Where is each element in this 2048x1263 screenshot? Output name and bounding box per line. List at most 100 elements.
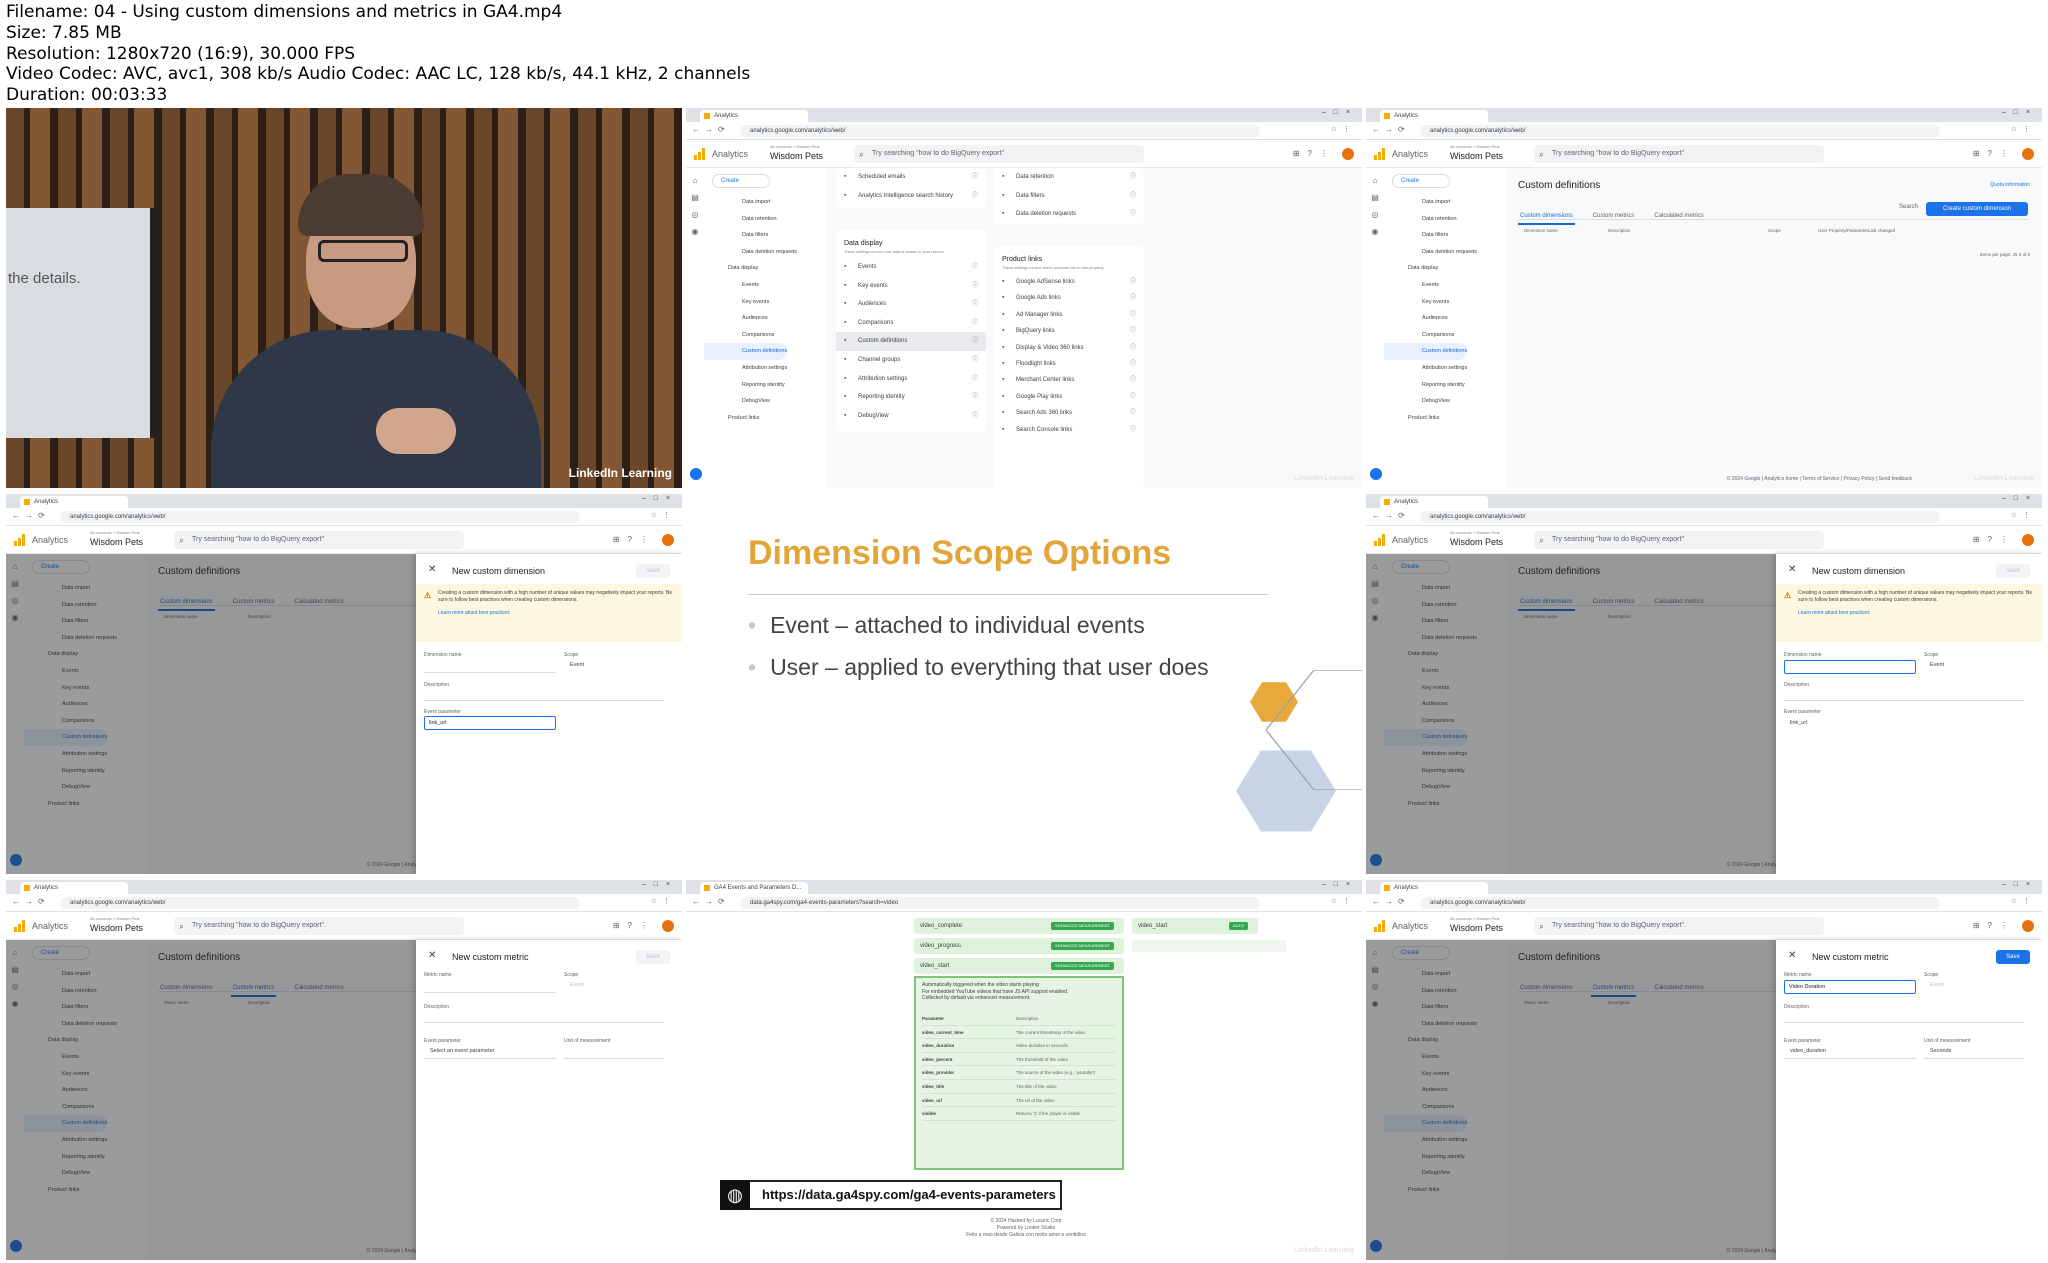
data-display-row[interactable]: Reporting identity (836, 388, 986, 407)
save-button[interactable]: Save (1996, 950, 2030, 964)
quota-info-link[interactable]: Quota information (1990, 182, 2030, 188)
browser-actions-icon[interactable]: ☆⋮ (1331, 897, 1356, 905)
header-icons[interactable]: ⊞?⋮ (1973, 149, 2016, 158)
settings-row[interactable]: Analytics Intelligence search history (836, 187, 986, 206)
sidebar-item[interactable]: Data deletion requests (1384, 244, 1506, 261)
address-field[interactable]: analytics.google.com/analytics/web/ (740, 125, 1260, 137)
dimension-name-field[interactable] (1784, 660, 1916, 674)
best-practices-link[interactable]: Learn more about best practices (1798, 610, 2034, 617)
settings-row[interactable]: Data filters (994, 187, 1144, 206)
product-link-row[interactable]: Display & Video 360 links (994, 340, 1144, 357)
window-controls[interactable]: –□× (2002, 495, 2038, 502)
avatar[interactable] (2022, 534, 2034, 546)
property-selector[interactable]: Wisdom Pets (90, 537, 143, 547)
sidebar-item[interactable]: DebugView (704, 393, 826, 410)
window-controls[interactable]: –□× (1322, 109, 1358, 116)
sidebar-item[interactable]: Attribution settings (704, 360, 826, 377)
close-icon[interactable]: ✕ (1788, 950, 1796, 961)
sidebar-item[interactable]: Data display (704, 260, 826, 277)
unit-select[interactable]: Seconds (1930, 1048, 1951, 1054)
sidebar-item[interactable]: Custom definitions (704, 343, 788, 360)
event-parameter-select[interactable]: Select an event parameter (430, 1048, 495, 1054)
nav-arrows-icon[interactable]: ←→⟳ (692, 897, 730, 906)
description-field[interactable] (424, 700, 664, 701)
browser-actions-icon[interactable]: ☆⋮ (2011, 511, 2036, 519)
product-link-row[interactable]: Search Console links (994, 422, 1144, 439)
avatar[interactable] (2022, 920, 2034, 932)
browser-actions-icon[interactable]: ☆⋮ (2011, 897, 2036, 905)
home-icon[interactable]: ⌂ (1366, 176, 1384, 185)
sidebar-item[interactable]: Key events (1384, 294, 1506, 311)
header-icons[interactable]: ⊞?⋮ (1973, 921, 2016, 930)
event-row[interactable]: video_start ENHANCED MEASUREMENT (914, 958, 1124, 974)
description-field[interactable] (424, 1022, 664, 1023)
sidebar-item[interactable]: Data retention (1384, 211, 1506, 228)
product-link-row[interactable]: Google Play links (994, 389, 1144, 406)
metric-name-field[interactable]: Video Duration (1784, 980, 1916, 994)
sidebar-item[interactable]: Attribution settings (1384, 360, 1506, 377)
data-display-row[interactable]: Channel groups (836, 351, 986, 370)
product-link-row[interactable]: BigQuery links (994, 323, 1144, 340)
sidebar-item[interactable]: Data filters (704, 227, 826, 244)
data-display-row[interactable]: DebugView (836, 407, 986, 426)
close-icon[interactable]: ✕ (428, 564, 436, 575)
window-controls[interactable]: –□× (642, 881, 678, 888)
browser-tab[interactable]: Analytics (1380, 110, 1488, 122)
sidebar-item[interactable]: Product links (1384, 410, 1506, 427)
scope-select[interactable]: Event (570, 982, 584, 988)
scope-select[interactable]: Event (1930, 662, 1944, 668)
sidebar-item[interactable]: Audiences (704, 310, 826, 327)
create-button[interactable]: Create (1392, 174, 1450, 188)
sidebar-item[interactable]: Reporting identity (704, 377, 826, 394)
avatar[interactable] (662, 920, 674, 932)
avatar[interactable] (2022, 148, 2034, 160)
browser-tab[interactable]: Analytics (700, 110, 808, 122)
nav-arrows-icon[interactable]: ←→⟳ (1372, 125, 1410, 134)
close-icon[interactable]: ✕ (428, 950, 436, 961)
save-button[interactable]: Save (636, 564, 670, 578)
address-field[interactable]: analytics.google.com/analytics/web/ (60, 897, 580, 909)
header-icons[interactable]: ⊞?⋮ (613, 921, 656, 930)
gear-icon[interactable] (1370, 468, 1382, 480)
window-controls[interactable]: –□× (2002, 881, 2038, 888)
sidebar-item[interactable]: Custom definitions (1384, 343, 1468, 360)
product-link-row[interactable]: Google AdSense links (994, 274, 1144, 291)
tab-calculated-metrics[interactable]: Calculated metrics (1652, 209, 1705, 223)
nav-arrows-icon[interactable]: ←→⟳ (12, 511, 50, 520)
product-link-row[interactable]: Merchant Center links (994, 372, 1144, 389)
browser-tab[interactable]: Analytics (1380, 882, 1488, 894)
reports-icon[interactable]: ▤ (1366, 193, 1384, 202)
event-row[interactable]: video_complete ENHANCED MEASUREMENT (914, 918, 1124, 934)
event-parameter-select[interactable]: link_url (1790, 720, 1807, 726)
nav-arrows-icon[interactable]: ←→⟳ (692, 125, 730, 134)
event-row[interactable]: video_progress ENHANCED MEASUREMENT (914, 938, 1124, 954)
property-selector[interactable]: Wisdom Pets (90, 923, 143, 933)
advertising-icon[interactable]: ◉ (1366, 227, 1384, 236)
sidebar-item[interactable]: Data filters (1384, 227, 1506, 244)
tab-custom-dimensions[interactable]: Custom dimensions (1518, 209, 1575, 225)
window-controls[interactable]: –□× (1322, 881, 1358, 888)
product-link-row[interactable]: Search Ads 360 links (994, 405, 1144, 422)
search-input[interactable]: Try searching "how to do BigQuery export… (854, 145, 1144, 163)
sidebar-item[interactable]: Data import (704, 194, 826, 211)
window-controls[interactable]: –□× (642, 495, 678, 502)
sidebar-item[interactable]: Data import (1384, 194, 1506, 211)
data-display-row[interactable]: Custom definitions (836, 332, 986, 351)
create-button[interactable]: Create (712, 174, 770, 188)
address-field[interactable]: data.ga4spy.com/ga4-events-parameters?se… (740, 897, 1260, 909)
browser-actions-icon[interactable]: ☆⋮ (651, 511, 676, 519)
data-display-row[interactable]: Events (836, 258, 986, 277)
property-selector[interactable]: Wisdom Pets (1450, 537, 1503, 547)
address-field[interactable]: analytics.google.com/analytics/web/ (60, 511, 580, 523)
sidebar-item[interactable]: Events (1384, 277, 1506, 294)
data-display-row[interactable]: Comparisons (836, 314, 986, 333)
dimension-name-field[interactable] (424, 672, 556, 673)
tab-custom-metrics[interactable]: Custom metrics (1591, 209, 1637, 223)
sidebar-item[interactable]: Events (704, 277, 826, 294)
settings-row[interactable]: Data deletion requests (994, 205, 1144, 224)
avatar[interactable] (662, 534, 674, 546)
search-input[interactable]: Try searching "how to do BigQuery export… (1534, 531, 1824, 549)
home-icon[interactable]: ⌂ (686, 176, 704, 185)
create-custom-dimension-button[interactable]: Create custom dimension (1926, 202, 2028, 216)
property-selector[interactable]: Wisdom Pets (1450, 151, 1503, 161)
